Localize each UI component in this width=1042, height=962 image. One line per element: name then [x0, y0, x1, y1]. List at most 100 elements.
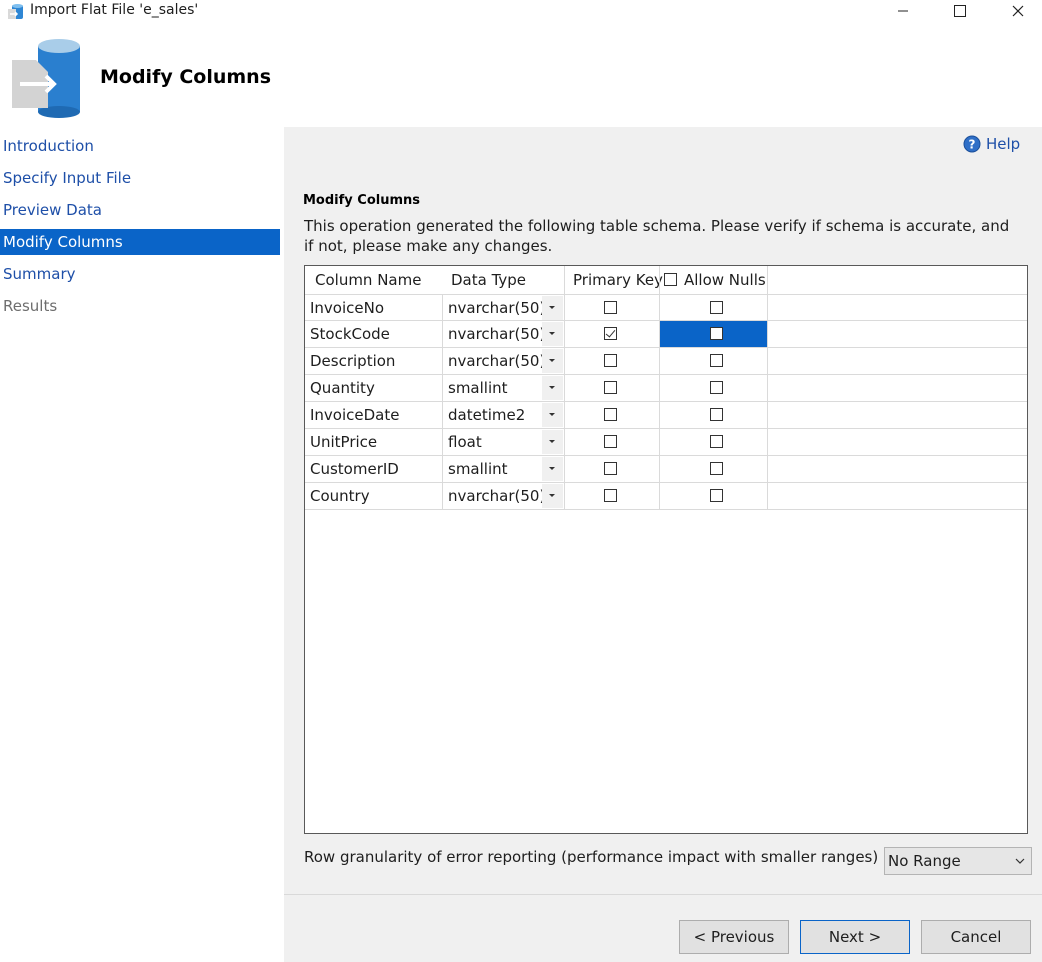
data-type-text: float: [448, 433, 482, 451]
primary-key-checkbox[interactable]: [603, 435, 617, 448]
row-filler: [768, 402, 1027, 429]
header-divider: [564, 266, 565, 294]
dropdown-arrow-icon[interactable]: [542, 484, 563, 508]
dropdown-arrow-icon[interactable]: [542, 349, 563, 373]
data-type-dropdown[interactable]: nvarchar(50): [443, 348, 565, 375]
data-type-dropdown[interactable]: float: [443, 429, 565, 456]
schema-grid[interactable]: Column Name Data Type Primary Key Allow …: [304, 265, 1028, 834]
primary-key-checkbox[interactable]: [603, 489, 617, 502]
dropdown-arrow-icon[interactable]: [542, 430, 563, 454]
primary-key-checkbox[interactable]: [603, 381, 617, 394]
allow-nulls-checkbox[interactable]: [710, 301, 723, 314]
allow-nulls-checkbox[interactable]: [710, 354, 723, 367]
primary-key-cell[interactable]: [565, 402, 660, 429]
primary-key-checkbox[interactable]: [603, 354, 617, 367]
table-row[interactable]: CustomerID smallint: [305, 456, 1027, 483]
allow-nulls-cell[interactable]: [660, 348, 768, 375]
primary-key-checkbox[interactable]: [603, 327, 617, 340]
allow-nulls-checkbox[interactable]: [710, 462, 723, 475]
sidebar-item-results: Results: [3, 297, 58, 315]
data-type-text: nvarchar(50): [448, 325, 546, 343]
column-name-cell[interactable]: InvoiceNo: [305, 294, 443, 321]
minimize-button[interactable]: [875, 0, 931, 22]
column-name-cell[interactable]: Country: [305, 483, 443, 510]
primary-key-cell[interactable]: [565, 375, 660, 402]
help-link[interactable]: ? Help: [963, 135, 1020, 153]
column-name-cell[interactable]: UnitPrice: [305, 429, 443, 456]
row-filler: [768, 456, 1027, 483]
data-type-dropdown[interactable]: datetime2: [443, 402, 565, 429]
data-type-dropdown[interactable]: nvarchar(50): [443, 483, 565, 510]
table-row[interactable]: StockCode nvarchar(50): [305, 321, 1027, 348]
window-title: Import Flat File 'e_sales': [30, 2, 199, 18]
column-name-cell[interactable]: Quantity: [305, 375, 443, 402]
primary-key-cell[interactable]: [565, 321, 660, 348]
column-name-text: Description: [310, 352, 396, 370]
primary-key-cell[interactable]: [565, 456, 660, 483]
allow-nulls-select-all-checkbox[interactable]: [664, 273, 677, 286]
table-row[interactable]: InvoiceNo nvarchar(50): [305, 294, 1027, 321]
sidebar-item-modify-columns[interactable]: Modify Columns: [0, 229, 280, 255]
column-name-cell[interactable]: InvoiceDate: [305, 402, 443, 429]
allow-nulls-checkbox[interactable]: [710, 327, 723, 340]
row-filler: [768, 375, 1027, 402]
next-button[interactable]: Next >: [800, 920, 910, 954]
allow-nulls-cell[interactable]: [660, 483, 768, 510]
table-row[interactable]: UnitPrice float: [305, 429, 1027, 456]
data-type-dropdown[interactable]: smallint: [443, 375, 565, 402]
dropdown-arrow-icon[interactable]: [542, 457, 563, 481]
dropdown-arrow-icon[interactable]: [542, 403, 563, 427]
data-type-header[interactable]: Data Type: [451, 266, 526, 294]
allow-nulls-checkbox[interactable]: [710, 381, 723, 394]
cancel-button[interactable]: Cancel: [921, 920, 1031, 954]
column-name-cell[interactable]: StockCode: [305, 321, 443, 348]
primary-key-cell[interactable]: [565, 483, 660, 510]
data-type-text: smallint: [448, 379, 508, 397]
allow-nulls-checkbox[interactable]: [710, 489, 723, 502]
sidebar-item-preview-data[interactable]: Preview Data: [0, 197, 280, 223]
primary-key-checkbox[interactable]: [603, 301, 617, 314]
primary-key-header[interactable]: Primary Key: [573, 266, 663, 294]
data-type-dropdown[interactable]: nvarchar(50): [443, 294, 565, 321]
allow-nulls-cell[interactable]: [660, 321, 768, 348]
primary-key-checkbox[interactable]: [603, 462, 617, 475]
data-type-dropdown[interactable]: smallint: [443, 456, 565, 483]
allow-nulls-checkbox[interactable]: [710, 408, 723, 421]
close-icon: [1012, 5, 1024, 17]
column-name-cell[interactable]: Description: [305, 348, 443, 375]
app-database-icon: [8, 4, 23, 19]
allow-nulls-cell[interactable]: [660, 294, 768, 321]
previous-button[interactable]: < Previous: [679, 920, 789, 954]
sidebar-item-specify-input-file[interactable]: Specify Input File: [0, 165, 280, 191]
allow-nulls-cell[interactable]: [660, 429, 768, 456]
sidebar-item-introduction[interactable]: Introduction: [0, 133, 280, 159]
primary-key-cell[interactable]: [565, 429, 660, 456]
close-button[interactable]: [990, 0, 1042, 22]
table-row[interactable]: Country nvarchar(50): [305, 483, 1027, 510]
allow-nulls-cell[interactable]: [660, 402, 768, 429]
allow-nulls-cell[interactable]: [660, 375, 768, 402]
allow-nulls-header[interactable]: Allow Nulls: [684, 266, 766, 294]
granularity-select[interactable]: No Range: [884, 847, 1032, 875]
table-row[interactable]: Description nvarchar(50): [305, 348, 1027, 375]
allow-nulls-cell[interactable]: [660, 456, 768, 483]
data-type-dropdown[interactable]: nvarchar(50): [443, 321, 565, 348]
dropdown-arrow-icon[interactable]: [542, 376, 563, 400]
data-type-text: datetime2: [448, 406, 526, 424]
primary-key-checkbox[interactable]: [603, 408, 617, 421]
maximize-button[interactable]: [932, 0, 988, 22]
help-label: Help: [986, 135, 1021, 153]
table-row[interactable]: InvoiceDate datetime2: [305, 402, 1027, 429]
row-filler: [768, 294, 1027, 321]
primary-key-cell[interactable]: [565, 294, 660, 321]
row-filler: [768, 321, 1027, 348]
column-name-header[interactable]: Column Name: [315, 266, 421, 294]
dropdown-arrow-icon[interactable]: [542, 296, 563, 320]
dropdown-arrow-icon[interactable]: [542, 322, 563, 346]
column-name-text: InvoiceNo: [310, 299, 385, 317]
table-row[interactable]: Quantity smallint: [305, 375, 1027, 402]
primary-key-cell[interactable]: [565, 348, 660, 375]
column-name-cell[interactable]: CustomerID: [305, 456, 443, 483]
allow-nulls-checkbox[interactable]: [710, 435, 723, 448]
sidebar-item-summary[interactable]: Summary: [0, 261, 280, 287]
